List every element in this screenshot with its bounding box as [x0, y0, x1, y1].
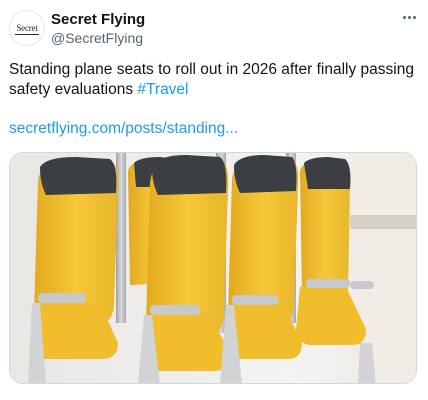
avatar-logo-text: Secret [16, 22, 38, 33]
article-link[interactable]: secretflying.com/posts/standing... [9, 120, 238, 138]
author-name[interactable]: Secret Flying [51, 11, 145, 28]
tweet-body: Standing plane seats to roll out in 2026… [9, 61, 414, 98]
tweet-text: Standing plane seats to roll out in 2026… [9, 60, 419, 100]
more-options-icon[interactable] [398, 8, 420, 26]
tweet-image[interactable] [9, 152, 417, 384]
author-handle[interactable]: @SecretFlying [51, 30, 143, 46]
avatar[interactable]: Secret [9, 10, 45, 46]
hashtag-link[interactable]: #Travel [137, 81, 188, 98]
avatar-logo: Secret [15, 22, 39, 35]
tweet-card[interactable]: Secret Secret Flying @SecretFlying Stand… [0, 0, 428, 400]
standing-seats-photo [10, 153, 416, 383]
